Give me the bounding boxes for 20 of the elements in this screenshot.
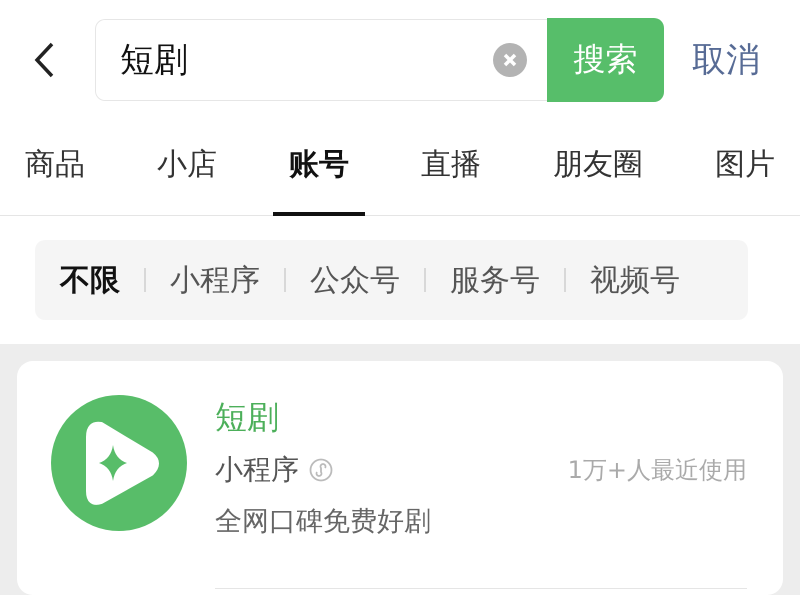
mini-program-icon: [309, 458, 333, 482]
filter-option[interactable]: 视频号: [590, 260, 680, 300]
result-type: 小程序: [215, 452, 299, 488]
tab[interactable]: 图片: [715, 120, 775, 216]
result-description: 全网口碑免费好剧: [215, 505, 431, 539]
search-text: 短剧: [120, 39, 189, 82]
filter-option[interactable]: 不限: [60, 260, 120, 300]
cancel-link[interactable]: 取消: [692, 37, 760, 83]
tab[interactable]: 直播: [421, 120, 481, 216]
tab[interactable]: 小店: [157, 120, 217, 216]
filter-option[interactable]: 小程序: [170, 260, 260, 300]
result-title: 短剧: [215, 397, 279, 438]
filter-option[interactable]: 服务号: [450, 260, 540, 300]
result-card[interactable]: 短剧 小程序 1万+人最近使用 全网口碑免费好剧: [17, 361, 783, 595]
search-field[interactable]: 短剧: [95, 19, 547, 101]
usage-count: 1万+人最近使用: [568, 455, 747, 486]
filter-option[interactable]: 公众号: [310, 260, 400, 300]
tab[interactable]: 商品: [25, 120, 85, 216]
app-logo-icon: [51, 395, 187, 531]
tab[interactable]: 朋友圈: [553, 120, 643, 216]
